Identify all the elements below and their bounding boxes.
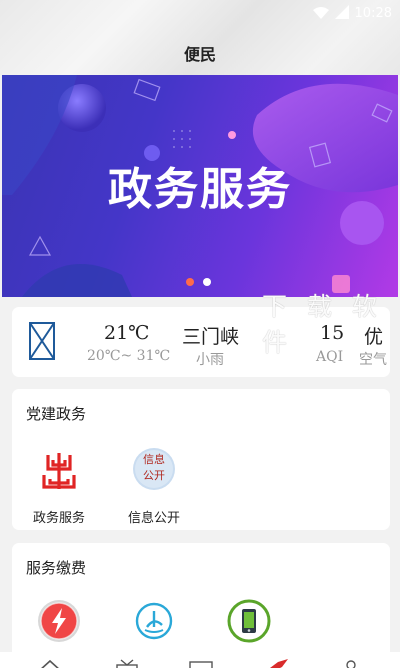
section-party-government: 党建政务 政务服务 信息 公开 信息公开 <box>12 389 390 530</box>
tv-icon[interactable] <box>115 656 139 668</box>
home-icon[interactable] <box>38 656 62 668</box>
page-title: 便民 <box>183 45 216 64</box>
carousel-dot-active[interactable] <box>185 278 194 286</box>
banner-carousel[interactable]: 政务服务 <box>2 75 398 297</box>
battery-icon <box>334 4 349 23</box>
section-service-payment: 服务缴费 <box>12 543 390 668</box>
watermark: 下 载 软 件 <box>262 292 383 357</box>
gov-icon[interactable] <box>189 656 213 668</box>
banner-title: 政务服务 <box>108 164 292 215</box>
water-icon <box>132 599 176 643</box>
grid-item-gov-service[interactable]: 政务服务 <box>14 449 104 526</box>
info-icon-text-bottom: 公开 <box>143 469 165 482</box>
status-time: 10:28 <box>354 6 392 21</box>
weather-range: 20℃~ 31℃ <box>87 348 171 364</box>
electricity-icon <box>37 599 81 643</box>
grid-item-label: 信息公开 <box>127 511 180 526</box>
grid-item-water[interactable] <box>109 599 199 643</box>
info-icon-text-top: 信息 <box>143 453 165 466</box>
weather-city: 三门峡 <box>182 326 240 348</box>
grid-item-info-public[interactable]: 信息 公开 信息公开 <box>109 447 199 526</box>
profile-icon[interactable] <box>342 656 360 668</box>
no-image-icon <box>29 322 55 360</box>
grid-item-phone-recharge[interactable] <box>204 599 294 643</box>
phone-recharge-icon <box>227 599 271 643</box>
party-icon[interactable] <box>264 656 290 668</box>
weather-condition: 小雨 <box>196 352 224 368</box>
carousel-dot[interactable] <box>202 278 211 286</box>
grid-item-electricity[interactable] <box>14 599 104 643</box>
bottom-tab-bar <box>0 652 400 668</box>
carousel-indicator <box>0 278 396 286</box>
status-bar: 10:28 <box>0 0 400 26</box>
weather-temperature: 21℃ <box>104 322 150 344</box>
section-title: 党建政务 <box>26 405 87 423</box>
grid-item-label: 政务服务 <box>32 511 85 526</box>
wifi-icon <box>312 4 329 23</box>
info-public-icon: 信息 公开 <box>132 447 176 491</box>
section-title: 服务缴费 <box>26 559 87 577</box>
gov-service-icon <box>37 449 81 493</box>
header-bar: 10:28 便民 <box>0 0 400 75</box>
